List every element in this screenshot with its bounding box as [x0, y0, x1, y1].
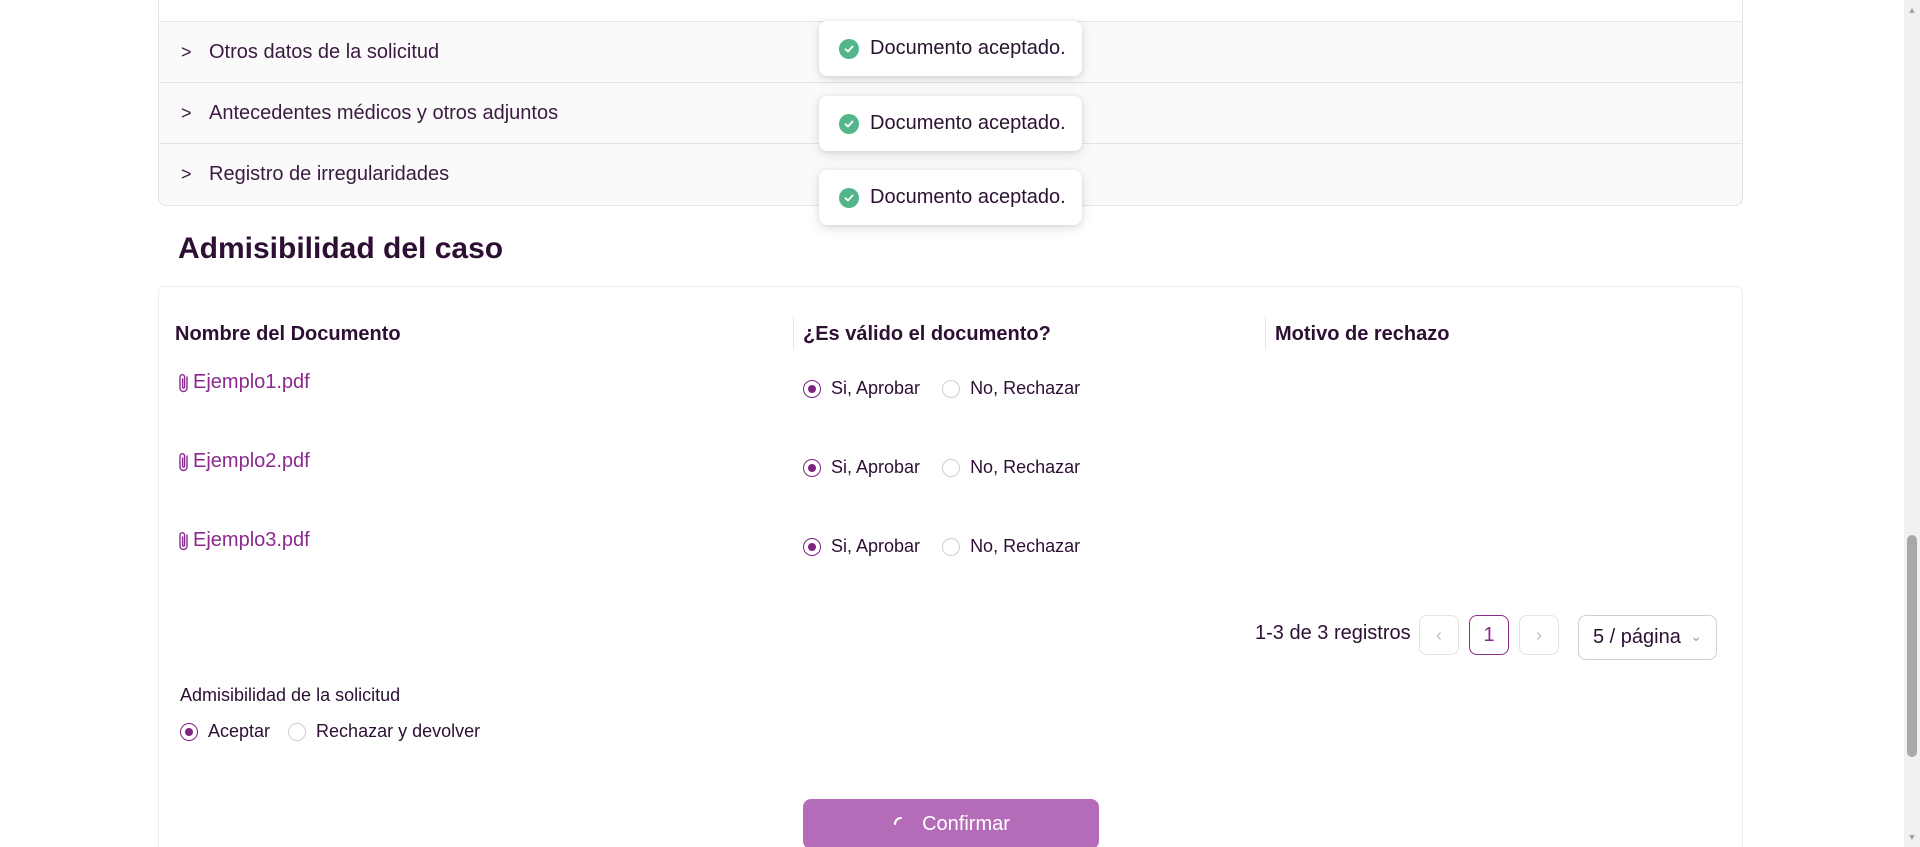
toast-message: Documento aceptado. — [870, 37, 1066, 59]
reject-label: No, Rechazar — [970, 457, 1081, 477]
loading-spinner-icon — [894, 817, 903, 825]
accept-option[interactable]: Aceptar — [180, 721, 270, 742]
toast-message: Documento aceptado. — [870, 112, 1066, 134]
document-link[interactable]: Ejemplo2.pdf — [177, 450, 310, 473]
column-divider — [1265, 317, 1266, 349]
accept-label: Aceptar — [208, 721, 271, 741]
scroll-down-arrow-icon[interactable]: ▼ — [1904, 829, 1920, 845]
document-name: Ejemplo2.pdf — [193, 450, 310, 472]
reject-option[interactable]: No, Rechazar — [942, 378, 1080, 399]
page: > Otros datos de la solicitud > Antecede… — [0, 0, 1904, 847]
chevron-left-icon: ‹ — [1436, 624, 1442, 645]
pagination-prev-button[interactable]: ‹ — [1419, 615, 1459, 655]
validity-radio-group: Si, Aprobar No, Rechazar — [803, 378, 1080, 399]
pagination-next-button[interactable]: › — [1519, 615, 1559, 655]
reject-return-option[interactable]: Rechazar y devolver — [288, 721, 480, 742]
reject-option[interactable]: No, Rechazar — [942, 536, 1080, 557]
accept-radio[interactable] — [180, 722, 198, 741]
approve-label: Si, Aprobar — [831, 378, 921, 398]
reject-option[interactable]: No, Rechazar — [942, 457, 1080, 478]
toast-notification: Documento aceptado. — [819, 21, 1082, 76]
reject-radio[interactable] — [942, 537, 961, 556]
check-circle-icon — [839, 187, 859, 208]
accordion-top-edge — [159, 0, 1742, 22]
page-size-select[interactable]: 5 / página ⌄ — [1578, 615, 1717, 660]
confirm-button[interactable]: Confirmar — [803, 799, 1099, 847]
column-header-valid: ¿Es válido el documento? — [803, 323, 1051, 345]
accordion-item-label: Antecedentes médicos y otros adjuntos — [209, 101, 559, 124]
reject-return-label: Rechazar y devolver — [316, 721, 481, 741]
column-header-document: Nombre del Documento — [175, 323, 401, 345]
check-circle-icon — [839, 38, 859, 59]
chevron-right-icon: > — [181, 164, 192, 184]
admissibility-radio-group: Aceptar Rechazar y devolver — [180, 721, 480, 742]
reject-radio[interactable] — [942, 379, 961, 398]
accordion-item-label: Registro de irregularidades — [209, 163, 450, 185]
approve-radio[interactable] — [803, 537, 821, 556]
chevron-down-icon: ⌄ — [1690, 628, 1702, 644]
approve-radio[interactable] — [803, 379, 821, 398]
scroll-up-arrow-icon[interactable]: ▲ — [1904, 2, 1920, 18]
toast-notification: Documento aceptado. — [819, 170, 1082, 225]
validity-radio-group: Si, Aprobar No, Rechazar — [803, 457, 1080, 478]
pagination-total: 1-3 de 3 registros — [1255, 622, 1411, 644]
check-circle-icon — [839, 113, 859, 134]
section-title: Admisibilidad del caso — [178, 232, 504, 265]
document-name: Ejemplo1.pdf — [193, 371, 310, 393]
scrollbar-thumb[interactable] — [1907, 535, 1917, 757]
approve-option[interactable]: Si, Aprobar — [803, 378, 920, 399]
reject-label: No, Rechazar — [970, 536, 1081, 556]
reject-radio[interactable] — [942, 458, 961, 477]
admissibility-card: Nombre del Documento ¿Es válido el docum… — [158, 286, 1743, 847]
column-divider — [793, 317, 794, 349]
confirm-label: Confirmar — [922, 812, 1010, 835]
toast-notification: Documento aceptado. — [819, 96, 1082, 151]
validity-radio-group: Si, Aprobar No, Rechazar — [803, 536, 1080, 557]
admissibility-label: Admisibilidad de la solicitud — [180, 685, 401, 705]
approve-radio[interactable] — [803, 458, 821, 477]
pagination-page-button[interactable]: 1 — [1469, 615, 1509, 655]
accordion-item-label: Otros datos de la solicitud — [209, 40, 440, 63]
vertical-scrollbar[interactable]: ▲ ▼ — [1904, 0, 1920, 847]
column-header-reason: Motivo de rechazo — [1275, 323, 1450, 345]
paperclip-icon — [179, 531, 188, 550]
page-size-value: 5 / página — [1593, 626, 1681, 648]
paperclip-icon — [179, 452, 188, 471]
document-name: Ejemplo3.pdf — [193, 529, 310, 551]
paperclip-icon — [179, 373, 188, 392]
document-link[interactable]: Ejemplo3.pdf — [177, 529, 310, 552]
chevron-right-icon: › — [1536, 624, 1542, 645]
chevron-right-icon: > — [181, 41, 192, 62]
document-link[interactable]: Ejemplo1.pdf — [177, 371, 310, 394]
approve-option[interactable]: Si, Aprobar — [803, 536, 920, 557]
reject-return-radio[interactable] — [288, 722, 307, 741]
approve-label: Si, Aprobar — [831, 536, 921, 556]
toast-message: Documento aceptado. — [870, 186, 1066, 208]
approve-option[interactable]: Si, Aprobar — [803, 457, 920, 478]
approve-label: Si, Aprobar — [831, 457, 921, 477]
chevron-right-icon: > — [181, 102, 192, 123]
reject-label: No, Rechazar — [970, 378, 1081, 398]
